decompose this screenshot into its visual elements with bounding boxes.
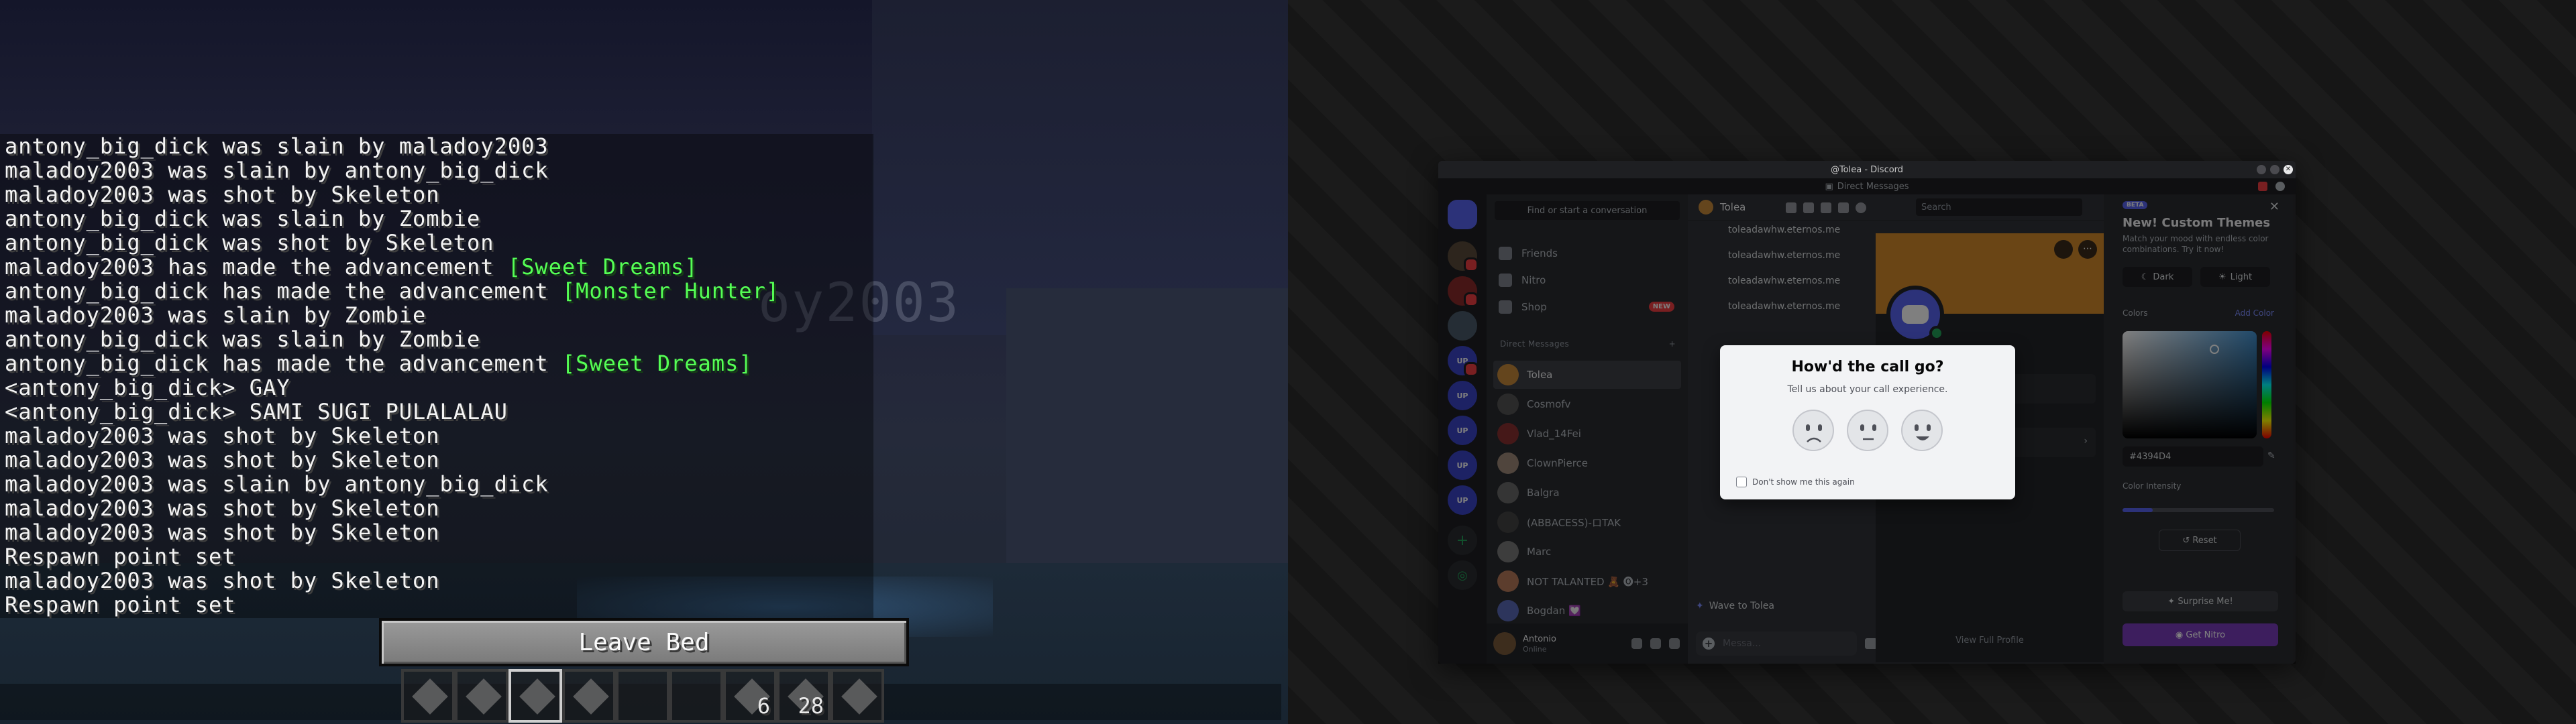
eye [1806, 424, 1810, 431]
dont-show-checkbox[interactable]: Don't show me this again [1736, 477, 1855, 487]
advancement-name: [Monster Hunter] [561, 278, 780, 304]
leave-bed-button[interactable]: Leave Bed [379, 618, 909, 666]
food-icon [841, 678, 877, 715]
pickaxe-icon [519, 678, 555, 715]
modal-subtitle: Tell us about your call experience. [1787, 384, 1948, 395]
close-icon[interactable]: ✕ [2284, 165, 2293, 174]
call-feedback-modal: How'd the call go? Tell us about your ca… [1720, 345, 2015, 499]
maximize-icon[interactable] [2270, 165, 2279, 174]
chat-text: <antony_big_dick> GAY [5, 375, 290, 400]
eye [1818, 424, 1822, 431]
chat-text: maladoy2003 was shot by Skeleton [5, 568, 440, 593]
chat-line: maladoy2003 was shot by Skeleton [5, 496, 780, 520]
minimize-icon[interactable] [2257, 165, 2266, 174]
chat-line: Respawn point set [5, 544, 780, 568]
chat-text: antony_big_dick was shot by Skeleton [5, 230, 494, 255]
hotbar-slot[interactable] [401, 669, 455, 723]
advancement-name: [Sweet Dreams] [561, 351, 753, 376]
window-title: @Tolea - Discord [1830, 164, 1904, 175]
chat-text: maladoy2003 was shot by Skeleton [5, 495, 440, 521]
chat-text: maladoy2003 was slain by Zombie [5, 302, 427, 328]
chat-line: maladoy2003 was shot by Skeleton [5, 182, 780, 206]
chat-line: maladoy2003 was slain by Zombie [5, 303, 780, 327]
eye [1927, 424, 1931, 431]
hotbar-slot[interactable] [616, 669, 669, 723]
item-count: 28 [798, 693, 824, 719]
hotbar-slot[interactable] [455, 669, 508, 723]
chat-line: maladoy2003 was shot by Skeleton [5, 424, 780, 448]
dont-show-label: Don't show me this again [1752, 477, 1855, 487]
item-count: 6 [757, 693, 770, 719]
sad-face-icon[interactable] [1792, 410, 1834, 451]
chat-text: maladoy2003 was slain by antony_big_dick [5, 158, 549, 183]
game-scenery [1006, 288, 1288, 590]
neutral-face-icon[interactable] [1847, 410, 1888, 451]
modal-title: How'd the call go? [1791, 359, 1944, 375]
chat-text: maladoy2003 was shot by Skeleton [5, 423, 440, 448]
chat-text: antony_big_dick was slain by Zombie [5, 326, 481, 352]
chat-line: antony_big_dick has made the advancement… [5, 351, 780, 375]
chat-line: <antony_big_dick> SAMI SUGI PULALALAU [5, 400, 780, 424]
checkbox[interactable] [1736, 477, 1747, 487]
advancement-name: [Sweet Dreams] [507, 254, 698, 280]
bow-icon [466, 678, 502, 715]
chat-text: antony_big_dick was slain by maladoy2003 [5, 133, 549, 159]
chat-text: antony_big_dick has made the advancement [5, 278, 562, 304]
chat-text: maladoy2003 has made the advancement [5, 254, 508, 280]
chat-line: antony_big_dick was shot by Skeleton [5, 231, 780, 255]
mouth [1863, 438, 1874, 440]
chat-text: Respawn point set [5, 544, 236, 569]
hotbar-slot[interactable] [562, 669, 616, 723]
eye [1872, 424, 1876, 431]
eye [1860, 424, 1864, 431]
chat-line: antony_big_dick was slain by maladoy2003 [5, 134, 780, 158]
chat-line: antony_big_dick was slain by Zombie [5, 206, 780, 231]
chat-line: antony_big_dick has made the advancement… [5, 279, 780, 303]
chat-text: maladoy2003 was slain by antony_big_dick [5, 471, 549, 497]
happy-face-icon[interactable] [1901, 410, 1943, 451]
chat-log: antony_big_dick was slain by maladoy2003… [0, 134, 873, 618]
window-titlebar: @Tolea - Discord ✕ [1438, 161, 2296, 178]
hotbar[interactable]: 6 28 [401, 669, 884, 723]
chat-line: maladoy2003 was shot by Skeleton [5, 568, 780, 593]
eye [1915, 424, 1919, 431]
chat-line: maladoy2003 was slain by antony_big_dick [5, 158, 780, 182]
chat-text: <antony_big_dick> SAMI SUGI PULALALAU [5, 399, 508, 424]
hotbar-slot[interactable]: 6 [723, 669, 777, 723]
chat-line: maladoy2003 was shot by Skeleton [5, 520, 780, 544]
mouth [1916, 436, 1929, 440]
chat-text: Respawn point set [5, 592, 236, 617]
chat-lines: antony_big_dick was slain by maladoy2003… [5, 134, 780, 617]
sword-icon [412, 678, 448, 715]
mouth [1807, 437, 1821, 442]
chat-line: antony_big_dick was slain by Zombie [5, 327, 780, 351]
chat-line: maladoy2003 was slain by antony_big_dick [5, 472, 780, 496]
hotbar-slot[interactable] [669, 669, 723, 723]
chat-line: maladoy2003 was shot by Skeleton [5, 448, 780, 472]
axe-icon [573, 678, 609, 715]
chat-text: antony_big_dick was slain by Zombie [5, 206, 481, 231]
chat-text: antony_big_dick has made the advancement [5, 351, 562, 376]
chat-text: maladoy2003 was shot by Skeleton [5, 447, 440, 473]
hotbar-slot[interactable]: 28 [777, 669, 830, 723]
minecraft-window: oy2003 antony_big_dick was slain by mala… [0, 0, 1288, 724]
chat-line: <antony_big_dick> GAY [5, 375, 780, 400]
hotbar-slot[interactable] [830, 669, 884, 723]
hotbar-slot[interactable] [508, 669, 562, 723]
chat-text: maladoy2003 was shot by Skeleton [5, 520, 440, 545]
chat-line: maladoy2003 has made the advancement [Sw… [5, 255, 780, 279]
chat-line: Respawn point set [5, 593, 780, 617]
chat-text: maladoy2003 was shot by Skeleton [5, 182, 440, 207]
